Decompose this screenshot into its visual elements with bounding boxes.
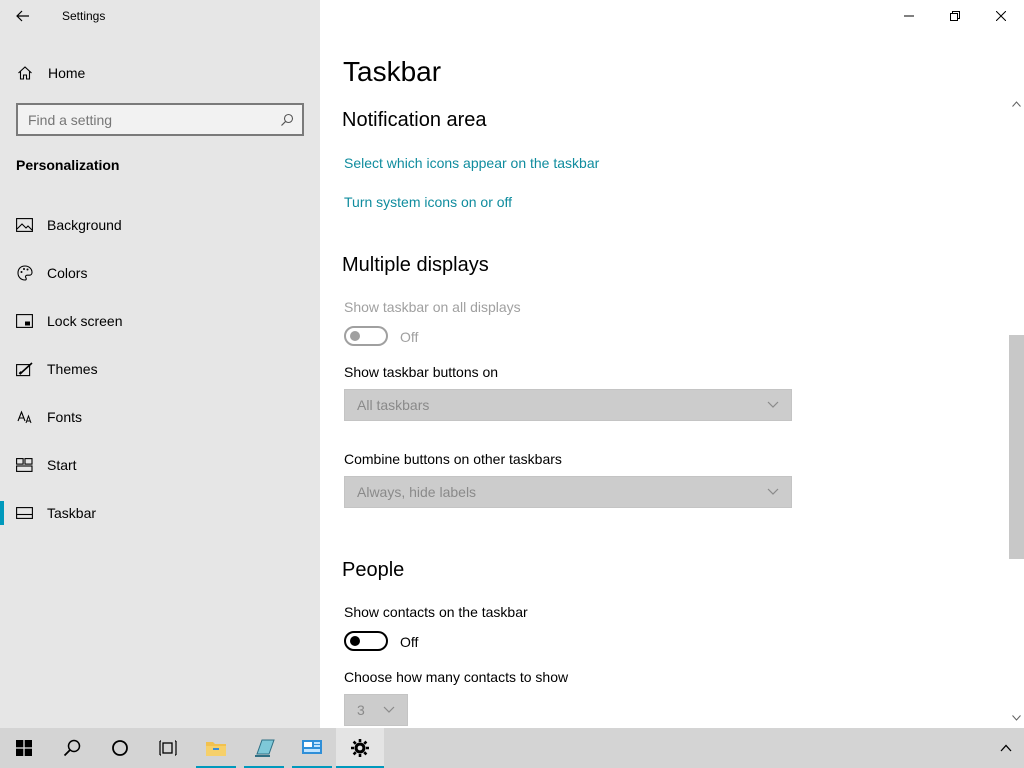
back-button[interactable]: [0, 0, 46, 32]
taskbar-buttons-on-label: Show taskbar buttons on: [344, 364, 499, 380]
chevron-down-icon: [767, 488, 779, 495]
sidebar-item-lock-screen[interactable]: Lock screen: [0, 297, 320, 345]
toggle-state-label: Off: [400, 329, 419, 345]
sidebar-item-label: Colors: [47, 265, 88, 281]
dropdown-value: Always, hide labels: [357, 484, 477, 500]
multiple-displays-heading: Multiple displays: [342, 254, 489, 276]
chevron-up-icon: [1011, 101, 1021, 107]
scroll-up-arrow[interactable]: [1008, 96, 1024, 112]
file-explorer-icon: [206, 742, 226, 756]
windows-start-icon: [16, 740, 32, 756]
cortana-icon: [112, 740, 128, 756]
sidebar-item-label: Taskbar: [47, 505, 97, 521]
vertical-scrollbar[interactable]: [1008, 94, 1024, 728]
toggle-knob: [350, 636, 360, 646]
nav-home[interactable]: Home: [0, 56, 320, 90]
contacts-count-label: Choose how many contacts to show: [344, 669, 569, 685]
taskbar-buttons-on-dropdown[interactable]: All taskbars: [344, 389, 792, 421]
home-icon: [0, 65, 48, 81]
show-hidden-icons-button[interactable]: [996, 738, 1016, 758]
sidebar-item-fonts[interactable]: Fonts: [0, 393, 320, 441]
settings-gear-icon: [351, 739, 369, 757]
picture-icon: [0, 218, 47, 232]
search-icon[interactable]: [272, 113, 302, 127]
select-icons-link[interactable]: Select which icons appear on the taskbar: [344, 155, 599, 171]
app-title: Settings: [62, 9, 106, 23]
lock-screen-icon: [0, 314, 47, 328]
dropdown-value: 3: [357, 702, 365, 718]
system-icons-link[interactable]: Turn system icons on or off: [344, 194, 512, 210]
sidebar-item-label: Background: [47, 217, 122, 233]
control-panel-icon: [302, 740, 322, 754]
show-taskbar-all-displays-toggle[interactable]: [344, 326, 388, 346]
start-button[interactable]: [0, 728, 48, 768]
nav-home-label: Home: [48, 65, 86, 81]
sidebar-item-themes[interactable]: Themes: [0, 345, 320, 393]
settings-sidebar: Settings Home Personalization Background…: [0, 0, 320, 728]
show-contacts-toggle[interactable]: [344, 631, 388, 651]
notepad-icon: [255, 739, 275, 757]
sidebar-item-label: Lock screen: [47, 313, 123, 329]
people-heading: People: [342, 559, 405, 581]
search-box[interactable]: [16, 103, 304, 136]
main-content: Taskbar Notification area Select which i…: [320, 0, 1024, 728]
back-arrow-icon: [16, 10, 29, 22]
sidebar-item-label: Fonts: [47, 409, 83, 425]
windows-taskbar: [0, 728, 1024, 768]
sidebar-item-background[interactable]: Background: [0, 201, 320, 249]
sidebar-item-start[interactable]: Start: [0, 441, 320, 489]
search-input[interactable]: [18, 105, 272, 134]
contacts-count-dropdown[interactable]: 3: [344, 694, 408, 726]
taskbar-search-button[interactable]: [48, 728, 96, 768]
cortana-button[interactable]: [96, 728, 144, 768]
file-explorer-button[interactable]: [192, 728, 240, 768]
notification-area-heading: Notification area: [342, 109, 487, 131]
chevron-down-icon: [767, 401, 779, 408]
show-contacts-label: Show contacts on the taskbar: [344, 604, 528, 620]
dropdown-value: All taskbars: [357, 397, 430, 413]
settings-app-button[interactable]: [336, 728, 384, 768]
start-tiles-icon: [0, 458, 47, 472]
sidebar-item-label: Start: [47, 457, 77, 473]
sidebar-item-taskbar[interactable]: Taskbar: [0, 489, 320, 537]
notepad-button[interactable]: [240, 728, 288, 768]
scroll-down-arrow[interactable]: [1008, 710, 1024, 726]
nav-list: Background Colors Lock screen Themes Fon…: [0, 201, 320, 537]
sidebar-item-label: Themes: [47, 361, 98, 377]
show-taskbar-all-displays-label: Show taskbar on all displays: [344, 299, 521, 315]
toggle-state-label: Off: [400, 634, 419, 650]
chevron-down-icon: [383, 706, 395, 713]
control-panel-button[interactable]: [288, 728, 336, 768]
toggle-knob: [350, 331, 360, 341]
sidebar-item-colors[interactable]: Colors: [0, 249, 320, 297]
palette-icon: [0, 265, 47, 281]
combine-buttons-dropdown[interactable]: Always, hide labels: [344, 476, 792, 508]
page-title: Taskbar: [343, 56, 442, 87]
section-title: Personalization: [16, 157, 120, 173]
task-view-icon: [159, 740, 177, 756]
task-view-button[interactable]: [144, 728, 192, 768]
brush-icon: [0, 361, 47, 377]
scroll-thumb[interactable]: [1009, 335, 1024, 559]
chevron-down-icon: [1011, 715, 1021, 721]
search-icon: [63, 739, 81, 757]
taskbar-icon: [0, 507, 47, 519]
fonts-icon: [0, 410, 47, 424]
combine-buttons-label: Combine buttons on other taskbars: [344, 451, 562, 467]
chevron-up-icon: [1000, 744, 1012, 752]
title-bar: Settings: [0, 0, 320, 32]
